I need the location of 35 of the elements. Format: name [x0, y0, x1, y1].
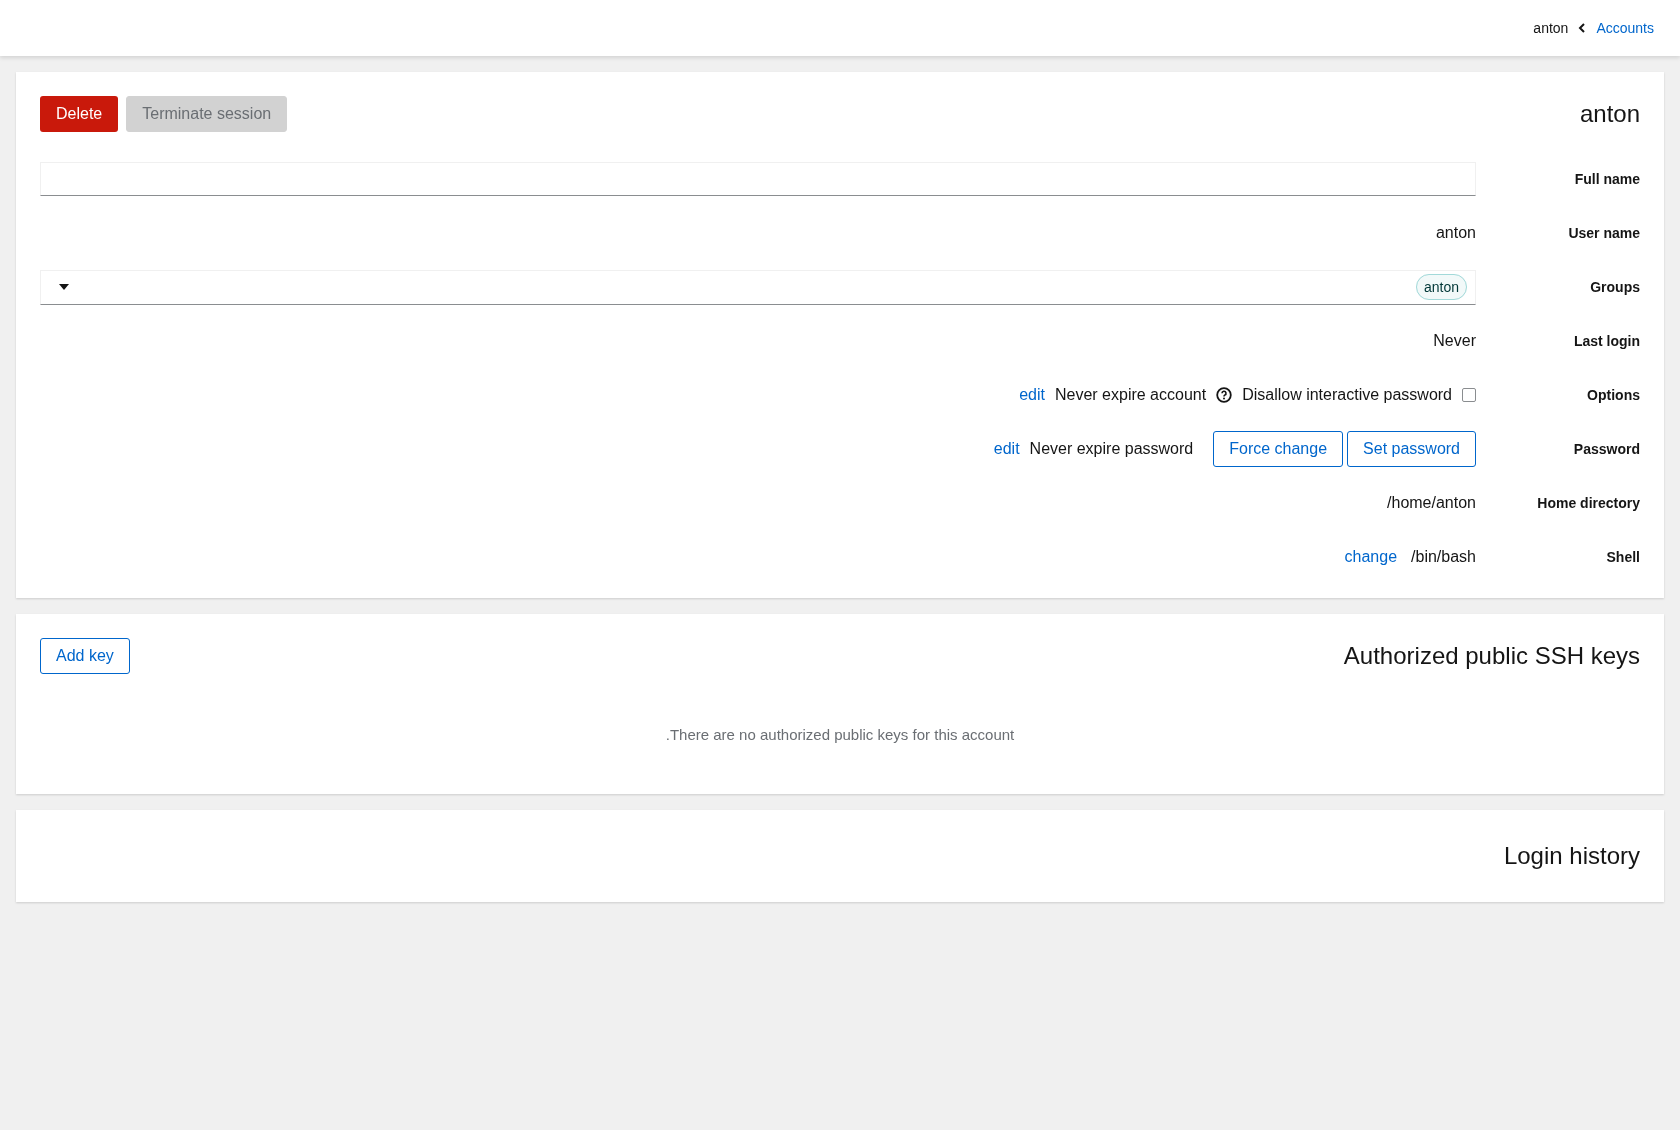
field-label: Password — [1572, 441, 1640, 457]
field-label: Groups — [1589, 279, 1640, 295]
edit-link[interactable]: edit — [993, 440, 1020, 458]
card-title: Authorized public SSH keys — [1343, 642, 1640, 670]
set-password-button[interactable]: Set password — [1347, 431, 1476, 467]
card-title: Login history — [1503, 842, 1640, 870]
groups-field[interactable]: anton — [40, 269, 1476, 305]
breadcrumb-current: anton — [1533, 20, 1569, 36]
field-value: anton — [1435, 224, 1476, 242]
group-chip[interactable]: anton — [1415, 274, 1467, 300]
field-value: Never — [1433, 332, 1476, 350]
force-change-button[interactable]: Force change — [1213, 431, 1344, 467]
field-value: /bin/bash — [1411, 548, 1476, 566]
field-label: Home directory — [1536, 495, 1640, 511]
full-name-field[interactable] — [40, 162, 1476, 196]
delete-button[interactable]: Delete — [40, 96, 119, 132]
help-icon[interactable] — [1216, 387, 1233, 403]
empty-message: .There are no authorized public keys for this account — [664, 726, 1016, 743]
field-label: Options — [1586, 387, 1640, 403]
account-title: anton — [1579, 100, 1640, 128]
field-label: Full name — [1573, 171, 1640, 187]
option-text: Never expire account — [1054, 386, 1207, 404]
edit-link[interactable]: edit — [1019, 386, 1045, 404]
field-label: User name — [1567, 225, 1640, 241]
checkbox-label: Disallow interactive password — [1242, 386, 1452, 404]
checkbox[interactable] — [1462, 388, 1476, 402]
change-link[interactable]: change — [1344, 548, 1398, 566]
field-label: Shell — [1605, 549, 1640, 565]
add-key-button[interactable]: Add key — [40, 638, 130, 674]
field-value: /home/anton — [1387, 494, 1476, 512]
password-text: Never expire password — [1029, 440, 1194, 458]
field-label: Last login — [1572, 333, 1640, 349]
breadcrumb-link[interactable]: Accounts — [1596, 20, 1654, 36]
caret-down-icon[interactable] — [59, 284, 69, 290]
chevron-left-icon — [1578, 23, 1587, 33]
